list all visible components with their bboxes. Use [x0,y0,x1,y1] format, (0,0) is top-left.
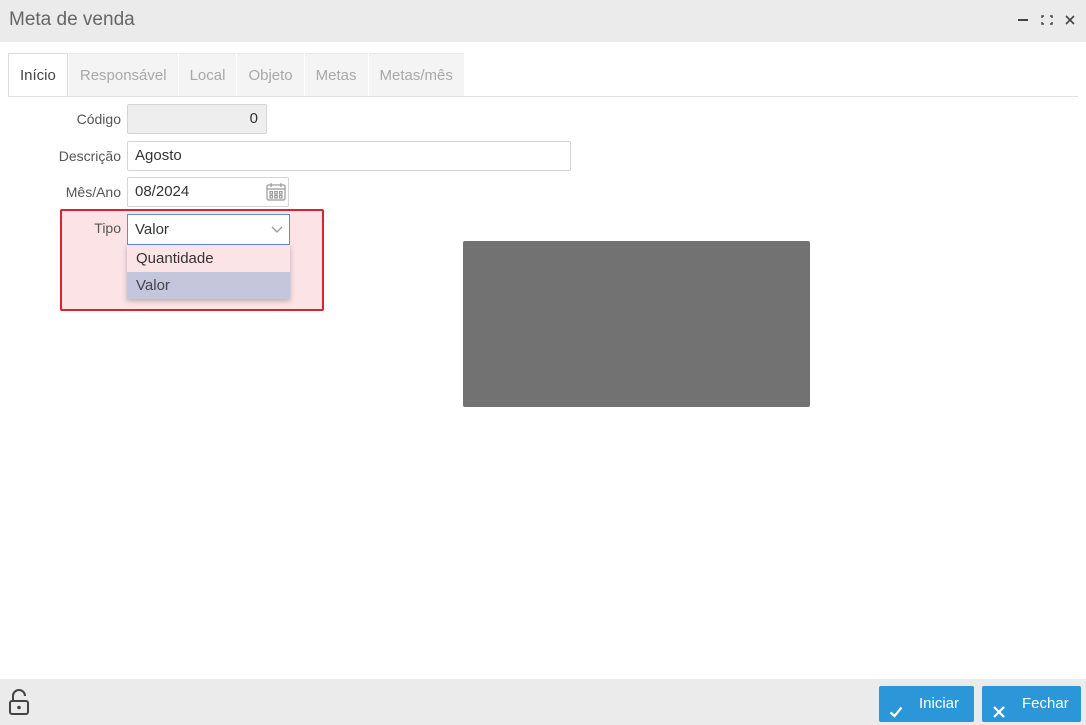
iniciar-button[interactable]: Iniciar [879,686,974,722]
descricao-label: Descrição [58,148,121,164]
tab-inicio[interactable]: Início [8,53,68,97]
codigo-field: 0 [127,104,267,134]
descricao-field[interactable]: Agosto [127,141,571,171]
tipo-label: Tipo [94,220,121,236]
fechar-button[interactable]: Fechar [982,686,1081,722]
calendar-icon[interactable] [265,181,287,203]
placeholder-panel [463,241,810,407]
tipo-option-valor[interactable]: Valor [127,272,290,299]
maximize-icon[interactable] [1040,11,1054,29]
tab-responsavel[interactable]: Responsável [68,53,178,97]
window-title: Meta de venda [9,9,135,30]
mes-ano-label: Mês/Ano [65,184,121,200]
iniciar-label: Iniciar [919,695,960,712]
tab-local[interactable]: Local [178,53,237,97]
title-bar: Meta de venda [0,0,1086,42]
tab-objeto[interactable]: Objeto [237,53,304,97]
check-icon [889,697,903,718]
close-x-icon [992,697,1006,718]
minimize-icon[interactable] [1016,11,1030,29]
tipo-option-quantidade[interactable]: Quantidade [127,245,290,272]
tab-divider [8,96,1078,97]
tab-metas[interactable]: Metas [304,53,368,97]
tab-metas-mes[interactable]: Metas/mês [368,53,464,97]
codigo-label: Código [76,111,121,127]
chevron-down-icon[interactable] [270,222,284,236]
lock-open-icon[interactable] [8,689,30,717]
tipo-dropdown-list: Quantidade Valor [127,245,290,299]
tab-bar: Início Responsável Local Objeto Metas Me… [8,53,465,97]
fechar-label: Fechar [1022,695,1069,712]
close-icon[interactable] [1063,11,1077,29]
meta-de-venda-window: Meta de venda Início Responsável Local O… [0,0,1086,725]
tipo-select[interactable]: Valor [127,214,290,245]
